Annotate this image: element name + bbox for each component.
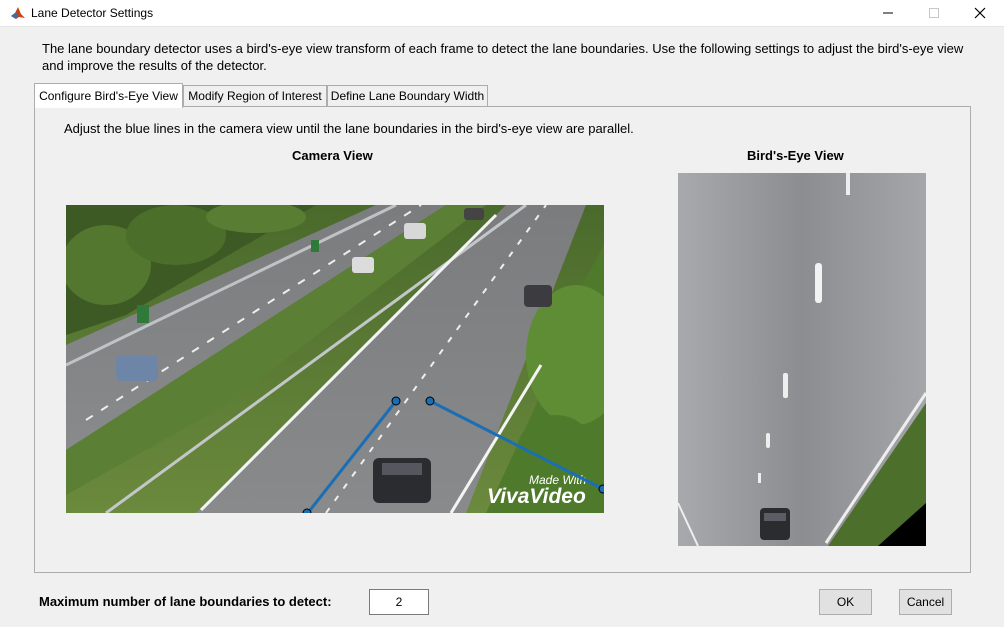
tab-modify-roi[interactable]: Modify Region of Interest [183,85,327,107]
bottom-left-handle[interactable] [302,508,312,513]
tab-define-lane-width[interactable]: Define Lane Boundary Width [327,85,488,107]
title-bar: Lane Detector Settings [0,0,1004,27]
max-boundaries-label: Maximum number of lane boundaries to det… [39,594,332,609]
instruction-text: Adjust the blue lines in the camera view… [64,121,634,136]
birds-eye-scene [678,173,926,546]
minimize-button[interactable] [865,0,911,26]
right-adjust-line[interactable] [429,399,604,491]
top-left-handle[interactable] [391,396,401,406]
cancel-button[interactable]: Cancel [899,589,952,615]
ok-button[interactable]: OK [819,589,872,615]
left-adjust-line[interactable] [305,400,398,513]
max-boundaries-input[interactable]: 2 [369,589,429,615]
close-button[interactable] [957,0,1003,26]
maximize-icon [929,8,939,18]
camera-view-title: Camera View [292,148,373,163]
description-text: The lane boundary detector uses a bird's… [42,41,964,73]
birds-eye-title: Bird's-Eye View [747,148,844,163]
close-icon [974,7,986,19]
top-right-handle[interactable] [425,396,435,406]
birds-eye-view-image [678,173,926,546]
matlab-icon [10,5,26,21]
minimize-icon [883,12,893,14]
tab-configure-birds-eye[interactable]: Configure Bird's-Eye View [34,83,183,108]
tab-panel: Adjust the blue lines in the camera view… [34,106,971,573]
window-title: Lane Detector Settings [31,6,154,20]
maximize-button[interactable] [911,0,957,26]
roi-overlay [302,396,604,513]
bottom-right-handle[interactable] [598,484,604,494]
camera-view-image[interactable]: Made With VivaVideo [66,205,604,513]
